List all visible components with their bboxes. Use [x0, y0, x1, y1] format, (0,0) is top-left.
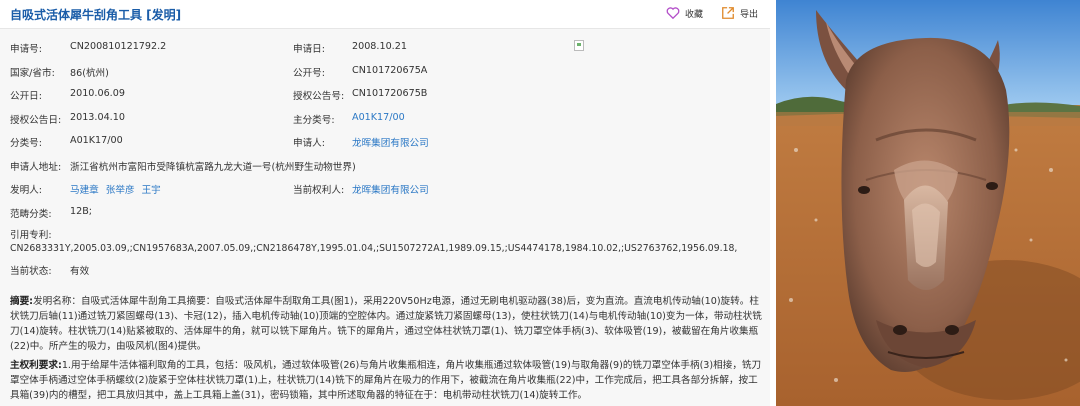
rhinoceros-photo	[776, 0, 1080, 406]
address-value: 浙江省杭州市富阳市受降镇杭富路九龙大道一号(杭州野生动物世界)	[70, 161, 356, 173]
publication-no-value: CN101720675A	[352, 64, 428, 76]
publication-no-label: 公开号:	[293, 67, 326, 79]
abstract-section: 摘要:发明名称：自吸式活体犀牛刮角工具摘要：自吸式活体犀牛刮取角工具(图1)，采…	[10, 294, 762, 403]
status-label: 当前状态:	[10, 266, 52, 277]
application-no-value: CN200810121792.2	[70, 41, 167, 52]
field-row: 发明人: 马建章 张举彦 王宇 当前权利人: 龙晖集团有限公司	[10, 177, 760, 201]
field-row: 国家/省市: 86(杭州) 公开号: CN101720675A	[10, 60, 760, 84]
claims-text: 1.用于给犀牛活体福利取角的工具，包括：吸风机，通过软体吸管(26)与角片收集瓶…	[10, 360, 762, 401]
rhinoceros-photo-art	[776, 0, 1080, 406]
abstract-paragraph: 摘要:发明名称：自吸式活体犀牛刮角工具摘要：自吸式活体犀牛刮取角工具(图1)，采…	[10, 294, 762, 354]
sub-class-value: A01K17/00	[70, 135, 123, 146]
grant-no-value: CN101720675B	[352, 88, 428, 99]
publication-date-label: 公开日:	[10, 91, 43, 102]
broken-image-icon	[574, 40, 584, 51]
application-date-label: 申请日:	[293, 44, 326, 55]
application-date-value: 2008.10.21	[352, 41, 407, 52]
citations-label: 引用专利:	[10, 230, 52, 241]
applicant-label: 申请人:	[293, 138, 326, 149]
country-label: 国家/省市:	[10, 67, 55, 79]
grant-date-value: 2013.04.10	[70, 111, 125, 123]
inventors-label: 发明人:	[10, 185, 43, 196]
inventor-link[interactable]: 张举彦	[106, 185, 135, 196]
citations-value: CN2683331Y,2005.03.09,;CN1957683A,2007.0…	[10, 243, 738, 254]
current-holder-link[interactable]: 龙晖集团有限公司	[352, 182, 429, 196]
scope-value: 12B;	[70, 205, 93, 217]
sub-class-label: 分类号:	[10, 138, 43, 149]
field-row: 申请人地址: 浙江省杭州市富阳市受降镇杭富路九龙大道一号(杭州野生动物世界)	[10, 154, 760, 178]
patent-detail-panel: 自吸式活体犀牛刮角工具 [发明] 收藏 导出 申请号: CN2008101217…	[0, 0, 770, 406]
field-row: 申请号: CN200810121792.2 申请日: 2008.10.21	[10, 36, 760, 60]
header-actions: 收藏 导出	[666, 6, 758, 20]
inventor-link[interactable]: 马建章	[70, 185, 99, 196]
current-holder-label: 当前权利人:	[293, 185, 345, 196]
scope-label: 范畴分类:	[10, 208, 52, 220]
export-label: 导出	[739, 9, 758, 20]
inventors-value: 马建章 张举彦 王宇	[70, 182, 161, 196]
field-row: 授权公告日: 2013.04.10 主分类号: A01K17/00	[10, 107, 760, 131]
favorite-button[interactable]: 收藏	[666, 6, 703, 20]
grant-no-label: 授权公告号:	[293, 91, 345, 102]
country-value: 86(杭州)	[70, 67, 109, 79]
export-icon	[722, 7, 734, 19]
applicant-link[interactable]: 龙晖集团有限公司	[352, 135, 429, 149]
favorite-label: 收藏	[684, 9, 703, 20]
publication-date-value: 2010.06.09	[70, 88, 125, 99]
application-no-label: 申请号:	[10, 44, 43, 55]
field-row: 分类号: A01K17/00 申请人: 龙晖集团有限公司	[10, 130, 760, 154]
address-label: 申请人地址:	[10, 161, 62, 173]
main-class-link[interactable]: A01K17/00	[352, 112, 405, 123]
patent-fields: 申请号: CN200810121792.2 申请日: 2008.10.21 国家…	[10, 36, 760, 224]
inventor-link[interactable]: 王宇	[142, 185, 161, 196]
abstract-label: 摘要:	[10, 296, 34, 307]
export-button[interactable]: 导出	[721, 6, 758, 20]
field-row: 公开日: 2010.06.09 授权公告号: CN101720675B	[10, 83, 760, 107]
main-class-label: 主分类号:	[293, 114, 335, 126]
field-row: 范畴分类: 12B;	[10, 201, 760, 225]
patent-title[interactable]: 自吸式活体犀牛刮角工具 [发明]	[10, 6, 181, 23]
claims-paragraph: 主权利要求:1.用于给犀牛活体福利取角的工具，包括：吸风机，通过软体吸管(26)…	[10, 358, 762, 403]
abstract-text: 发明名称：自吸式活体犀牛刮角工具摘要：自吸式活体犀牛刮取角工具(图1)，采用22…	[10, 296, 762, 352]
status-value: 有效	[70, 266, 90, 277]
grant-date-label: 授权公告日:	[10, 114, 62, 126]
patent-header: 自吸式活体犀牛刮角工具 [发明] 收藏 导出	[0, 0, 770, 29]
claims-label: 主权利要求:	[10, 360, 62, 371]
heart-icon	[666, 7, 680, 20]
